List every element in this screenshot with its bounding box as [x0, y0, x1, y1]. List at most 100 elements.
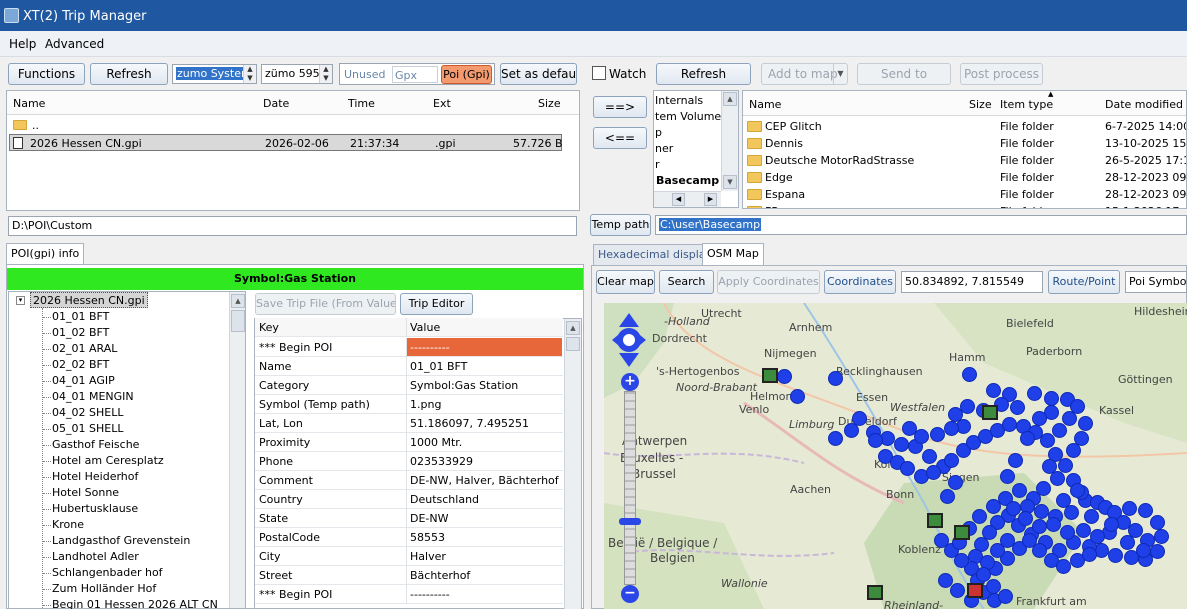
nav-item[interactable]: p	[655, 124, 662, 141]
search-button[interactable]: Search	[659, 270, 714, 294]
tree-item[interactable]: 01_02 BFT	[52, 325, 109, 341]
zoom-thumb[interactable]	[619, 518, 641, 525]
col-size[interactable]: Size	[969, 98, 992, 111]
tab-osm-map[interactable]: OSM Map	[702, 243, 764, 265]
tree-item[interactable]: Gasthof Feische	[52, 437, 139, 453]
temp-path-button[interactable]: Temp path	[590, 214, 651, 236]
kv-row[interactable]: Phone 023533929	[255, 452, 563, 471]
route-point-marker[interactable]	[1052, 423, 1067, 438]
device-combo[interactable]: zumo System) ▲ ▼	[172, 64, 257, 84]
route-point-marker[interactable]	[1012, 483, 1027, 498]
route-point-marker[interactable]	[1104, 517, 1119, 532]
route-point-marker[interactable]	[922, 449, 937, 464]
route-point-marker[interactable]	[934, 533, 949, 548]
kv-row[interactable]: State DE-NW	[255, 509, 563, 528]
tree-item[interactable]: Hotel am Ceresplatz	[52, 453, 164, 469]
poi-symbol-field[interactable]: Poi Symbol:	[1125, 271, 1187, 293]
route-point-marker[interactable]	[998, 589, 1013, 604]
folder-row[interactable]: FR File folder 15-1-2026 17:40	[743, 203, 1186, 208]
save-trip-button[interactable]: Save Trip File (From Values)	[255, 293, 396, 315]
route-point-marker[interactable]	[1046, 517, 1061, 532]
scroll-right-icon[interactable]: ▶	[704, 193, 717, 206]
parent-folder-row[interactable]: ..	[11, 117, 561, 134]
tree-item[interactable]: 04_02 SHELL	[52, 405, 123, 421]
pan-control[interactable]	[612, 313, 646, 367]
kv-row[interactable]: Street Bächterhof	[255, 566, 563, 585]
model-combo[interactable]: zümo 595 ▲ ▼	[261, 64, 333, 84]
route-point-marker[interactable]	[1018, 511, 1033, 526]
route-point-marker[interactable]	[1042, 459, 1057, 474]
coordinates-button[interactable]: Coordinates	[824, 270, 896, 294]
tree-item[interactable]: 04_01 MENGIN	[52, 389, 134, 405]
spinner-icon[interactable]: ▲ ▼	[243, 65, 256, 83]
nav-scrollbar[interactable]: ▲ ▼	[721, 91, 738, 191]
route-point-marker[interactable]	[1084, 509, 1099, 524]
trip-editor-button[interactable]: Trip Editor	[400, 293, 473, 315]
apply-coordinates-button[interactable]: Apply Coordinates	[717, 270, 820, 294]
kv-row[interactable]: Name 01_01 BFT	[255, 357, 563, 376]
kv-row[interactable]: City Halver	[255, 547, 563, 566]
route-point-marker[interactable]	[790, 389, 805, 404]
osm-map[interactable]: Utrecht Arnhem Bielefeld Dordrecht Hamm Pader…	[604, 303, 1187, 609]
route-point-marker[interactable]	[948, 475, 963, 490]
tree-item[interactable]: Hotel Sonne	[52, 485, 119, 501]
col-time[interactable]: Time	[348, 97, 375, 110]
kv-row[interactable]: PostalCode 58553	[255, 528, 563, 547]
route-point-marker[interactable]	[900, 461, 915, 476]
route-point-marker[interactable]	[1034, 504, 1049, 519]
path-field[interactable]: D:\POI\Custom	[8, 216, 577, 236]
col-size[interactable]: Size	[538, 97, 561, 110]
route-point-marker[interactable]	[1070, 483, 1085, 498]
poi-marker-icon[interactable]	[954, 525, 970, 540]
route-point-marker[interactable]	[944, 421, 959, 436]
nav-item[interactable]: ner	[655, 140, 673, 157]
col-ext[interactable]: Ext	[433, 97, 451, 110]
route-point-marker[interactable]	[1020, 431, 1035, 446]
route-point-marker[interactable]	[1122, 501, 1137, 516]
route-point-marker[interactable]	[1090, 529, 1105, 544]
route-point-marker[interactable]	[844, 423, 859, 438]
route-point-marker[interactable]	[1120, 535, 1135, 550]
tree-item[interactable]: Hotel Heiderhof	[52, 469, 138, 485]
route-point-marker[interactable]	[1078, 416, 1093, 431]
poi-gpi-filter[interactable]: Poi (Gpi)	[441, 65, 492, 84]
route-point-marker[interactable]	[828, 431, 843, 446]
route-point-marker[interactable]	[828, 371, 843, 386]
route-point-marker[interactable]	[902, 421, 917, 436]
tab-hexadecimal[interactable]: Hexadecimal display	[593, 244, 718, 265]
folder-row[interactable]: Deutsche MotorRadStrasse File folder 26-5-…	[743, 152, 1186, 169]
route-point-marker[interactable]	[1000, 469, 1015, 484]
gpx-filter[interactable]: Gpx	[392, 66, 438, 83]
kv-row[interactable]: *** Begin POI ----------	[255, 585, 563, 604]
send-to-button[interactable]: Send to	[857, 63, 951, 85]
kv-row[interactable]: *** Begin POI ----------	[255, 338, 563, 357]
temp-path-field[interactable]: C:\user\Basecamp	[655, 215, 1187, 235]
tree-root[interactable]: 2026 Hessen CN.gpi	[30, 292, 148, 308]
route-point-marker[interactable]	[1010, 400, 1025, 415]
col-name[interactable]: Name	[749, 98, 781, 111]
tree-item[interactable]: Hubertusklause	[52, 501, 138, 517]
route-point-marker[interactable]	[1138, 503, 1153, 518]
col-date-modified[interactable]: Date modified	[1105, 98, 1183, 111]
route-point-marker[interactable]	[986, 383, 1001, 398]
zoom-in-icon[interactable]: +	[621, 373, 639, 391]
tree-item[interactable]: 04_01 AGIP	[52, 373, 115, 389]
route-point-marker[interactable]	[950, 583, 965, 598]
route-point-marker[interactable]	[1032, 411, 1047, 426]
tree-scrollbar[interactable]: ▲	[229, 292, 245, 608]
route-point-marker[interactable]	[1154, 529, 1169, 544]
menu-advanced[interactable]: Advanced	[45, 37, 104, 51]
kv-row[interactable]: Lat, Lon 51.186097, 7.495251	[255, 414, 563, 433]
clear-map-button[interactable]: Clear map	[596, 270, 655, 294]
tree-item[interactable]: Krone	[52, 517, 84, 533]
folder-row[interactable]: Espana File folder 28-12-2023 09:0	[743, 186, 1186, 203]
route-point-marker[interactable]	[1027, 386, 1042, 401]
kv-row[interactable]: Comment DE-NW, Halver, Bächterhof	[255, 471, 563, 490]
route-point-marker[interactable]	[1044, 391, 1059, 406]
route-point-marker[interactable]	[1076, 523, 1091, 538]
route-point-marker[interactable]	[868, 433, 883, 448]
route-point-marker[interactable]	[1056, 559, 1071, 574]
tree-item[interactable]: Begin 01 Hessen 2026 ALT CN	[52, 597, 218, 609]
menu-help[interactable]: Help	[9, 37, 36, 51]
scroll-thumb[interactable]	[231, 310, 245, 332]
